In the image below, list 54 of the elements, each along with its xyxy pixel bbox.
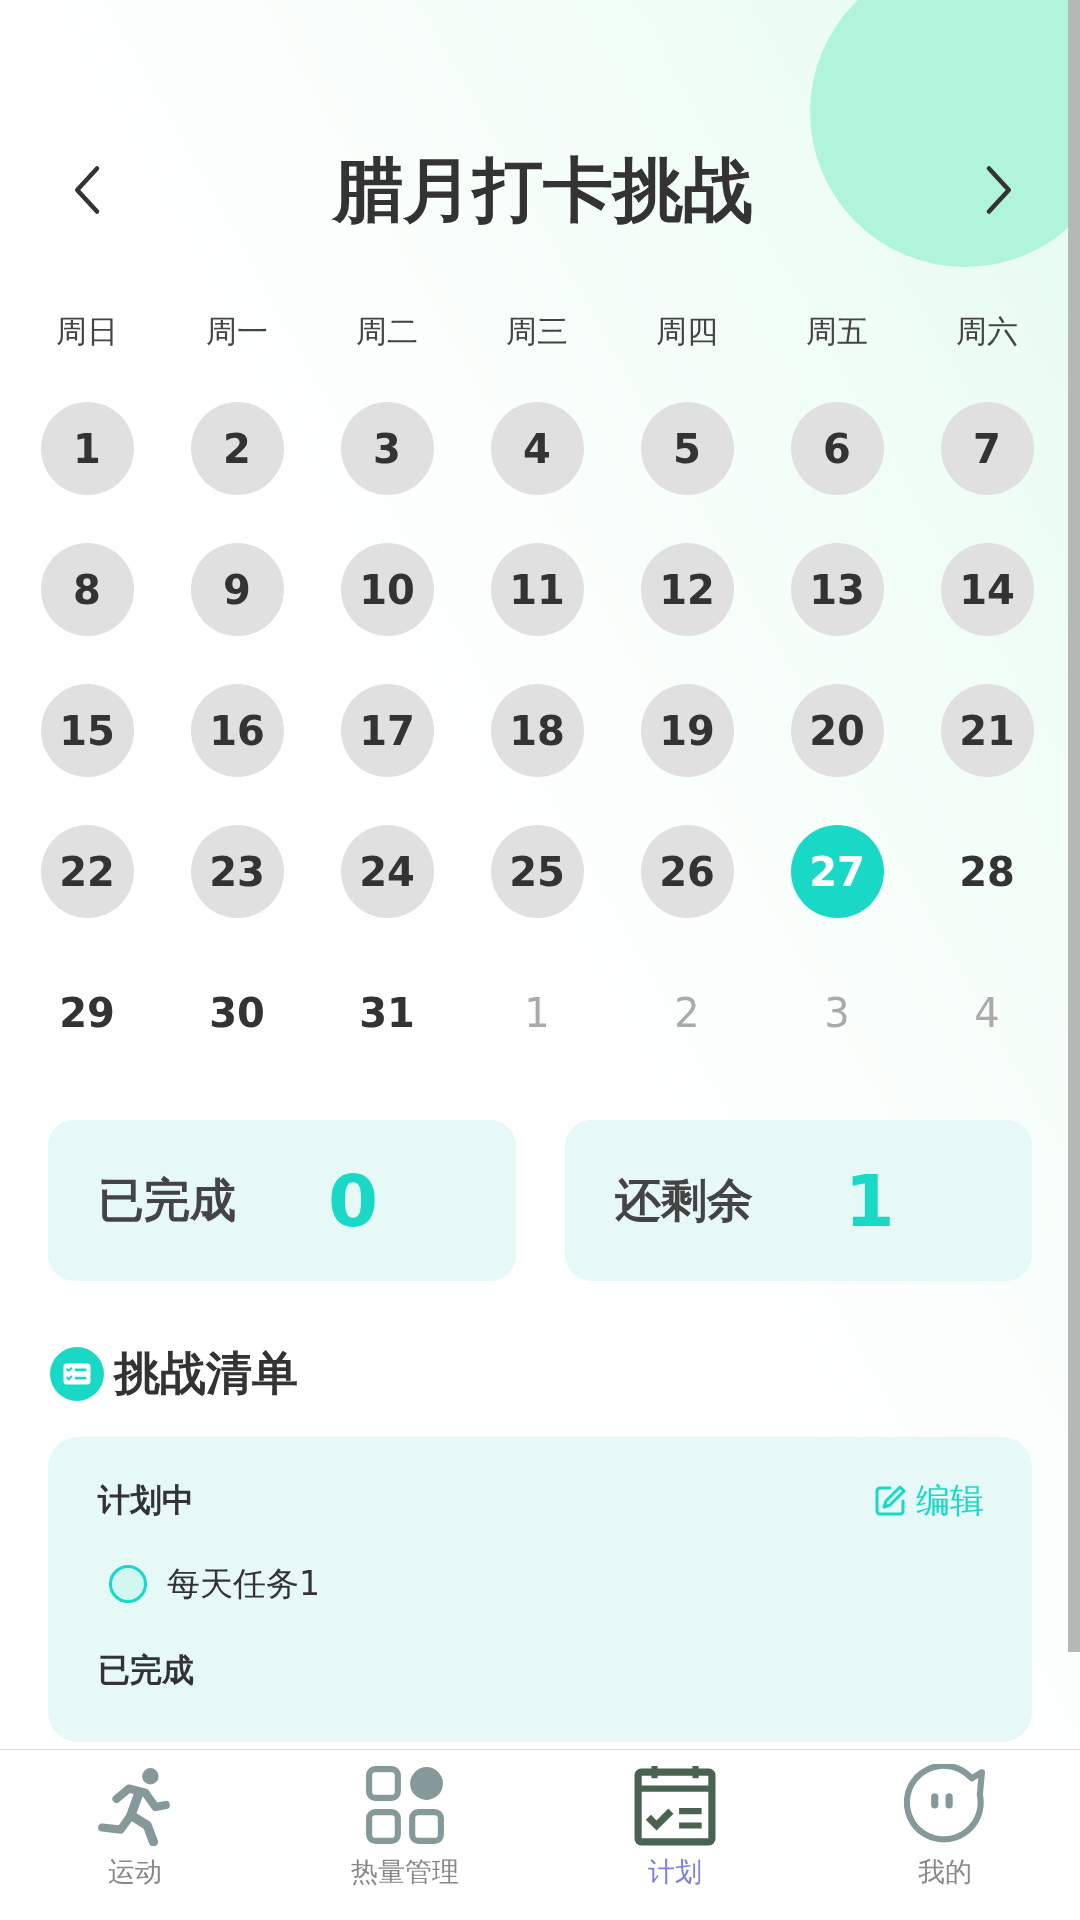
stat-value: 0: [328, 1158, 379, 1243]
weekday-label: 周日: [56, 312, 118, 351]
calendar-day[interactable]: 5: [640, 402, 734, 495]
group-title: 计划中: [98, 1480, 194, 1521]
calendar-day[interactable]: 29: [40, 966, 134, 1059]
nav-tab[interactable]: 热量管理: [270, 1750, 540, 1920]
calendar-day[interactable]: 28: [940, 825, 1034, 918]
stat-value: 1: [844, 1158, 895, 1243]
checklist-icon: [50, 1347, 104, 1401]
stat-label: 还剩余: [614, 1171, 754, 1229]
weekday-label: 周三: [506, 312, 568, 351]
weekday-label: 周六: [956, 312, 1018, 351]
calendar-day[interactable]: 25: [490, 825, 584, 918]
calendar-day[interactable]: 31: [340, 966, 434, 1059]
group-title: 已完成: [98, 1650, 194, 1691]
weekday-label: 周一: [206, 312, 268, 351]
calendar-day[interactable]: 26: [640, 825, 734, 918]
calendar-day[interactable]: 9: [190, 543, 284, 636]
apps-icon: [364, 1764, 446, 1846]
calendar-day[interactable]: 8: [40, 543, 134, 636]
calendar-day[interactable]: 15: [40, 684, 134, 777]
nav-tab[interactable]: 运动: [0, 1750, 270, 1920]
task-label: 每天任务1: [167, 1562, 320, 1605]
calendar-day[interactable]: 2: [190, 402, 284, 495]
calendar-day[interactable]: 14: [940, 543, 1034, 636]
section-title: 挑战清单: [114, 1345, 298, 1402]
weekday-label: 周二: [356, 312, 418, 351]
stat-label: 已完成: [98, 1171, 237, 1229]
calendar-day[interactable]: 4: [490, 402, 584, 495]
calendar-day[interactable]: 11: [490, 543, 584, 636]
calendar-day[interactable]: 17: [340, 684, 434, 777]
calendar-day[interactable]: 22: [40, 825, 134, 918]
task-checkbox[interactable]: [109, 1565, 147, 1603]
calendar-day[interactable]: 20: [790, 684, 884, 777]
calendar-day[interactable]: 13: [790, 543, 884, 636]
calendar-day[interactable]: 1: [40, 402, 134, 495]
calendar-day[interactable]: 23: [190, 825, 284, 918]
calendar-day[interactable]: 7: [940, 402, 1034, 495]
chat-face-icon: [904, 1764, 986, 1846]
page-title: 腊月打卡挑战: [333, 148, 753, 233]
calendar-day[interactable]: 3: [340, 402, 434, 495]
calendar-day[interactable]: 16: [190, 684, 284, 777]
calendar-day[interactable]: 21: [940, 684, 1034, 777]
nav-tab[interactable]: 我的: [810, 1750, 1080, 1920]
calendar-day[interactable]: 6: [790, 402, 884, 495]
weekday-label: 周五: [806, 312, 868, 351]
calendar-day[interactable]: 18: [490, 684, 584, 777]
calendar-icon: [634, 1764, 716, 1846]
weekday-label: 周四: [656, 312, 718, 351]
calendar-day[interactable]: 24: [340, 825, 434, 918]
calendar-day[interactable]: 10: [340, 543, 434, 636]
calendar-day[interactable]: 12: [640, 543, 734, 636]
calendar-day[interactable]: 30: [190, 966, 284, 1059]
calendar-day[interactable]: 19: [640, 684, 734, 777]
